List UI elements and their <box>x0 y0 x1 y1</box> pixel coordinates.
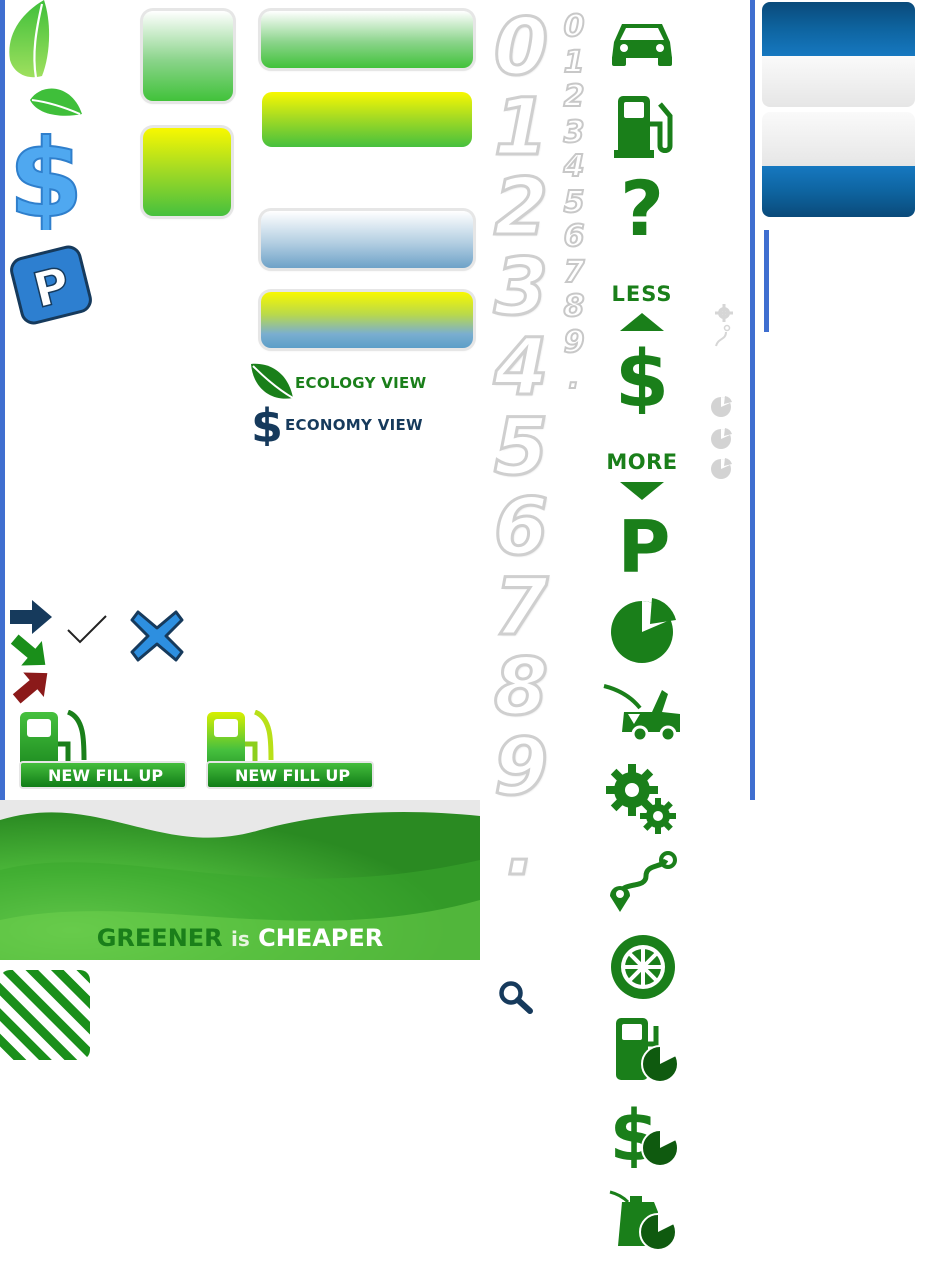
wheel-icon <box>611 935 675 999</box>
digit-large-1: 1 <box>492 83 549 173</box>
car-icon <box>612 24 672 66</box>
economy-dollar-icon: $ <box>252 400 282 446</box>
digit-small-5: 5 <box>563 185 586 221</box>
svg-text:$: $ <box>618 338 666 414</box>
banner-text: GREENER is CHEAPER <box>0 924 480 952</box>
new-fill-up-label-2[interactable]: NEW FILL UP <box>235 766 350 785</box>
banner-word-is: is <box>231 927 250 951</box>
digit-large-9: 9 <box>492 723 549 813</box>
wide-button-white-blue[interactable] <box>261 211 473 268</box>
digit-large-8: 8 <box>492 643 549 733</box>
fuel-pie-icon <box>616 1018 679 1082</box>
pie-small-icon-1 <box>711 396 732 417</box>
wide-button-yellow-blue[interactable] <box>261 292 473 348</box>
digit-small-7: 7 <box>563 255 586 291</box>
digit-large-dot: . <box>505 803 538 893</box>
digit-small-2: 2 <box>563 79 586 115</box>
parking-icon: P <box>10 245 92 325</box>
tab-dark-bottom[interactable] <box>762 166 915 217</box>
stripes-icon <box>0 970 90 1060</box>
leaf-icon <box>9 0 50 79</box>
digit-large-0: 0 <box>492 3 549 93</box>
leaf-small-icon <box>30 88 82 116</box>
search-icon[interactable] <box>498 980 534 1014</box>
digit-large-5: 5 <box>492 403 549 493</box>
digit-large-4: 4 <box>492 323 549 413</box>
gears-icon <box>606 764 676 834</box>
digit-large-2: 2 <box>492 163 549 253</box>
more-parking-icon: P <box>618 512 670 576</box>
arrow-down-right-icon[interactable] <box>10 634 50 670</box>
svg-text:$: $ <box>252 400 282 446</box>
wide-button-yellow-green[interactable] <box>262 92 472 147</box>
digit-small-3: 3 <box>563 115 586 151</box>
less-dollar-icon: $ <box>618 338 666 414</box>
gear-route-icon <box>715 304 733 347</box>
less-label: LESS <box>611 282 673 306</box>
more-arrow-down-icon <box>620 482 664 500</box>
arrow-up-right-icon[interactable] <box>12 668 52 704</box>
digit-small-1: 1 <box>563 45 586 81</box>
digit-small-dot: . <box>567 361 580 397</box>
digit-small-4: 4 <box>563 149 586 185</box>
economy-view-label[interactable]: ECONOMY VIEW <box>285 416 423 434</box>
route-icon <box>610 851 677 912</box>
tab-light-bottom[interactable] <box>762 112 915 166</box>
wide-button-white-green[interactable] <box>261 11 473 68</box>
new-fill-up-label-1[interactable]: NEW FILL UP <box>48 766 163 785</box>
svg-text:P: P <box>618 512 670 576</box>
digit-small-0: 0 <box>563 9 586 45</box>
tab-light-top[interactable] <box>762 56 915 107</box>
left-rail <box>0 0 5 800</box>
digit-large-7: 7 <box>492 563 549 653</box>
banner-word-greener: GREENER <box>96 924 223 952</box>
dollar-icon: $ <box>7 124 84 230</box>
square-button-yellow-green[interactable] <box>143 128 231 216</box>
arrow-right-icon[interactable] <box>10 600 54 634</box>
car-hood-open-icon <box>603 684 680 743</box>
more-label: MORE <box>606 450 678 474</box>
panel-rail <box>764 230 769 332</box>
digit-large-6: 6 <box>492 483 549 573</box>
digit-large-3: 3 <box>492 243 549 333</box>
middle-rail <box>750 0 755 800</box>
pie-chart-icon <box>611 598 676 663</box>
dollar-pie-icon: $ <box>612 1100 679 1168</box>
question-icon: ? <box>619 164 665 253</box>
close-x-icon[interactable] <box>130 608 184 664</box>
fuel-pump-icon <box>614 96 673 158</box>
digit-small-9: 9 <box>563 325 586 361</box>
ecology-leaf-icon <box>251 363 294 399</box>
pie-small-icon-3 <box>711 458 732 479</box>
svg-text:$: $ <box>8 124 83 230</box>
banner-word-cheaper: CHEAPER <box>258 924 384 952</box>
less-arrow-up-icon <box>620 313 664 331</box>
oil-can-pie-icon <box>609 1190 677 1251</box>
ecology-view-label[interactable]: ECOLOGY VIEW <box>295 374 426 392</box>
checkmark-icon[interactable] <box>66 614 108 646</box>
pie-small-icon-2 <box>711 428 732 449</box>
digit-small-6: 6 <box>563 219 586 255</box>
tab-dark-top[interactable] <box>762 2 915 56</box>
square-button-white-green[interactable] <box>143 11 233 101</box>
digit-small-8: 8 <box>563 289 586 325</box>
